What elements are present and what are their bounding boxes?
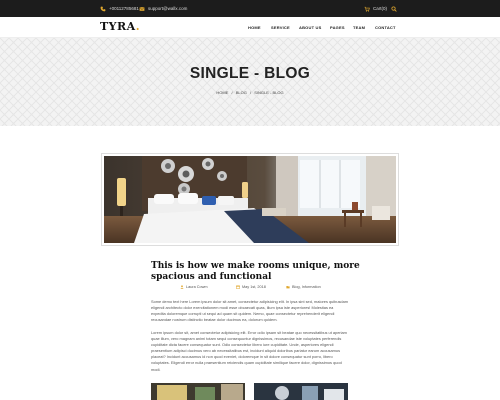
bedroom-photo [104,156,396,243]
nav-service[interactable]: SERVICE [271,25,290,30]
nav-contact[interactable]: CONTACT [375,25,396,30]
article-paragraph: Some demo text here Lorem ipsum dolor si… [151,299,349,323]
search-icon [391,5,397,12]
breadcrumb-separator: / [250,90,252,95]
date-text: May 1st, 2018 [242,285,266,289]
phone-contact[interactable]: +00112785681 [100,3,139,14]
calendar-icon [236,285,240,289]
breadcrumb: HOME / BLOG / SINGLE - BLOG [0,90,500,95]
page-title: SINGLE - BLOG [189,65,311,82]
cart-link[interactable]: Cart(0) [364,3,387,14]
gallery-image [151,383,245,400]
breadcrumb-separator: / [231,90,233,95]
phone-number: +00112785681 [109,6,139,11]
nav-pages[interactable]: PAGES [330,25,345,30]
category-text: Blog, Information [292,285,321,289]
nav-team[interactable]: TEAM [353,25,365,30]
top-bar: +00112785681 support@wallx.com Cart(0) [0,0,500,17]
gallery-image [254,383,348,400]
page-hero: SINGLE - BLOG HOME / BLOG / SINGLE - BLO… [0,38,500,126]
article-title: This is how we make rooms unique, more s… [151,261,360,282]
breadcrumb-current: SINGLE - BLOG [254,90,284,95]
breadcrumb-home[interactable]: HOME [216,90,228,95]
article-category[interactable]: Blog, Information [286,284,321,290]
search-button[interactable] [391,3,400,14]
cart-label: Cart(0) [373,6,388,11]
email-contact[interactable]: support@wallx.com [139,3,187,14]
main-nav: HOME SERVICE ABOUT US PAGES TEAM CONTACT [0,25,500,31]
user-icon [180,285,184,289]
author-name: Laura Cowm [186,285,208,289]
article-paragraph: Lorem ipsum dolor sit, amet consectetur … [151,330,347,372]
phone-icon [100,6,106,12]
cart-icon [364,6,370,12]
breadcrumb-blog[interactable]: BLOG [236,90,247,95]
nav-about-us[interactable]: ABOUT US [299,25,322,30]
email-address: support@wallx.com [148,6,188,11]
mail-icon [139,6,145,12]
folder-icon [286,285,290,289]
article-author[interactable]: Laura Cowm [180,284,208,290]
article-date: May 1st, 2018 [236,284,266,290]
featured-image [101,153,399,246]
site-header: TYRA. HOME SERVICE ABOUT US PAGES TEAM C… [0,17,500,38]
nav-home[interactable]: HOME [248,25,261,30]
